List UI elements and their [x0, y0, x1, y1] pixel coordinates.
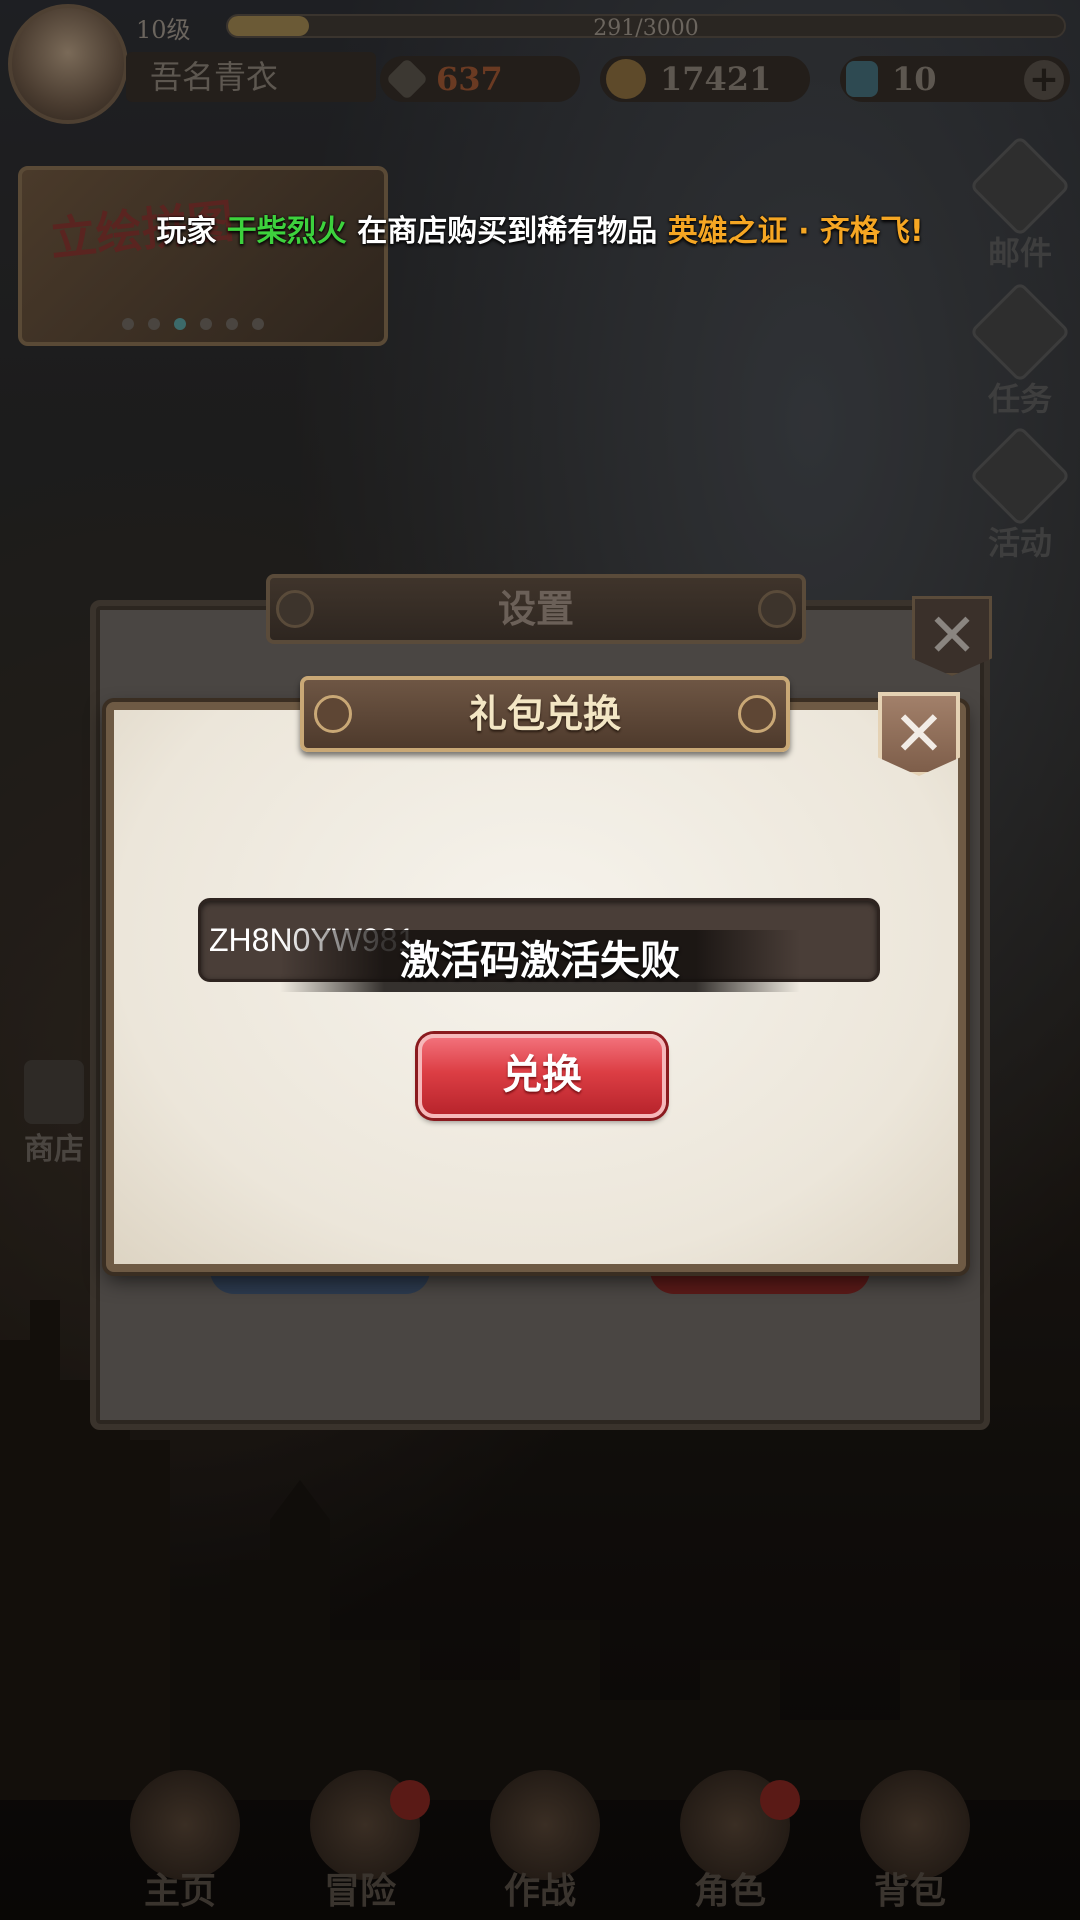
nav-character[interactable]: 角色 — [650, 1750, 810, 1920]
gem-display: 10 + — [840, 56, 1070, 102]
settings-red-button[interactable] — [650, 1270, 870, 1294]
gold-display: 17421 — [600, 56, 810, 102]
shop-button[interactable]: 商店 — [14, 1060, 94, 1168]
sword-icon — [385, 57, 429, 101]
task-label: 任务 — [987, 380, 1052, 418]
banner-pagination — [122, 318, 264, 330]
shop-icon — [24, 1060, 84, 1124]
coin-icon — [606, 59, 646, 99]
power-display: 637 — [380, 56, 580, 102]
banner-dot[interactable] — [200, 318, 212, 330]
settings-blue-button[interactable] — [210, 1270, 430, 1294]
event-label: 活动 — [987, 524, 1052, 562]
nav-battle-label: 作战 — [503, 1870, 576, 1912]
marquee-player-name: 干柴烈火 — [226, 214, 347, 249]
gem-icon — [846, 61, 878, 97]
nav-bag[interactable]: 背包 — [830, 1750, 990, 1920]
marquee-prefix: 玩家 — [156, 214, 227, 249]
marquee-middle: 在商店购买到稀有物品 — [346, 214, 668, 249]
plate-knob-left — [276, 590, 314, 628]
error-toast: 激活码激活失败 — [280, 930, 800, 992]
player-name: 吾名青衣 — [126, 52, 376, 102]
plate-knob-right — [758, 590, 796, 628]
nav-home[interactable]: 主页 — [100, 1750, 260, 1920]
task-icon — [969, 281, 1071, 383]
banner-dot[interactable] — [148, 318, 160, 330]
plate-knob-right — [738, 695, 776, 733]
nav-adventure-label: 冒险 — [323, 1870, 396, 1912]
marquee-item-name: 英雄之证 · 齐格飞! — [667, 214, 924, 249]
nav-battle[interactable]: 作战 — [460, 1750, 620, 1920]
gold-value: 17421 — [660, 60, 772, 98]
add-gems-button[interactable]: + — [1024, 60, 1064, 100]
power-value: 637 — [436, 60, 503, 98]
player-level: 10级 — [136, 16, 191, 44]
announcement-marquee: 玩家 干柴烈火 在商店购买到稀有物品 英雄之证 · 齐格飞! — [0, 206, 1080, 250]
redeem-button[interactable]: 兑换 — [418, 1034, 666, 1118]
player-avatar[interactable] — [8, 4, 128, 124]
gift-icon — [969, 425, 1071, 527]
task-button[interactable]: 任务 — [969, 281, 1071, 420]
notification-badge — [760, 1780, 800, 1820]
shop-label: 商店 — [24, 1132, 84, 1167]
nav-bag-label: 背包 — [873, 1870, 946, 1912]
gift-title-plate: 礼包兑换 — [300, 676, 790, 752]
nav-home-label: 主页 — [143, 1870, 216, 1912]
gem-value: 10 — [892, 60, 937, 98]
nav-adventure[interactable]: 冒险 — [280, 1750, 440, 1920]
banner-dot[interactable] — [252, 318, 264, 330]
bottom-nav: 主页 冒险 作战 角色 背包 — [0, 1750, 1080, 1920]
notification-badge — [390, 1780, 430, 1820]
event-button[interactable]: 活动 — [969, 425, 1071, 564]
banner-dot[interactable] — [122, 318, 134, 330]
gift-dialog-title: 礼包兑换 — [468, 691, 621, 736]
banner-dot-active[interactable] — [174, 318, 186, 330]
banner-dot[interactable] — [226, 318, 238, 330]
settings-title-plate: 设置 — [266, 574, 806, 644]
nav-character-label: 角色 — [693, 1870, 766, 1912]
settings-title: 设置 — [497, 586, 574, 631]
event-banner[interactable]: 立绘拼图 — [18, 166, 388, 346]
exp-text: 291/3000 — [593, 16, 699, 41]
exp-bar: 291/3000 — [226, 14, 1066, 41]
